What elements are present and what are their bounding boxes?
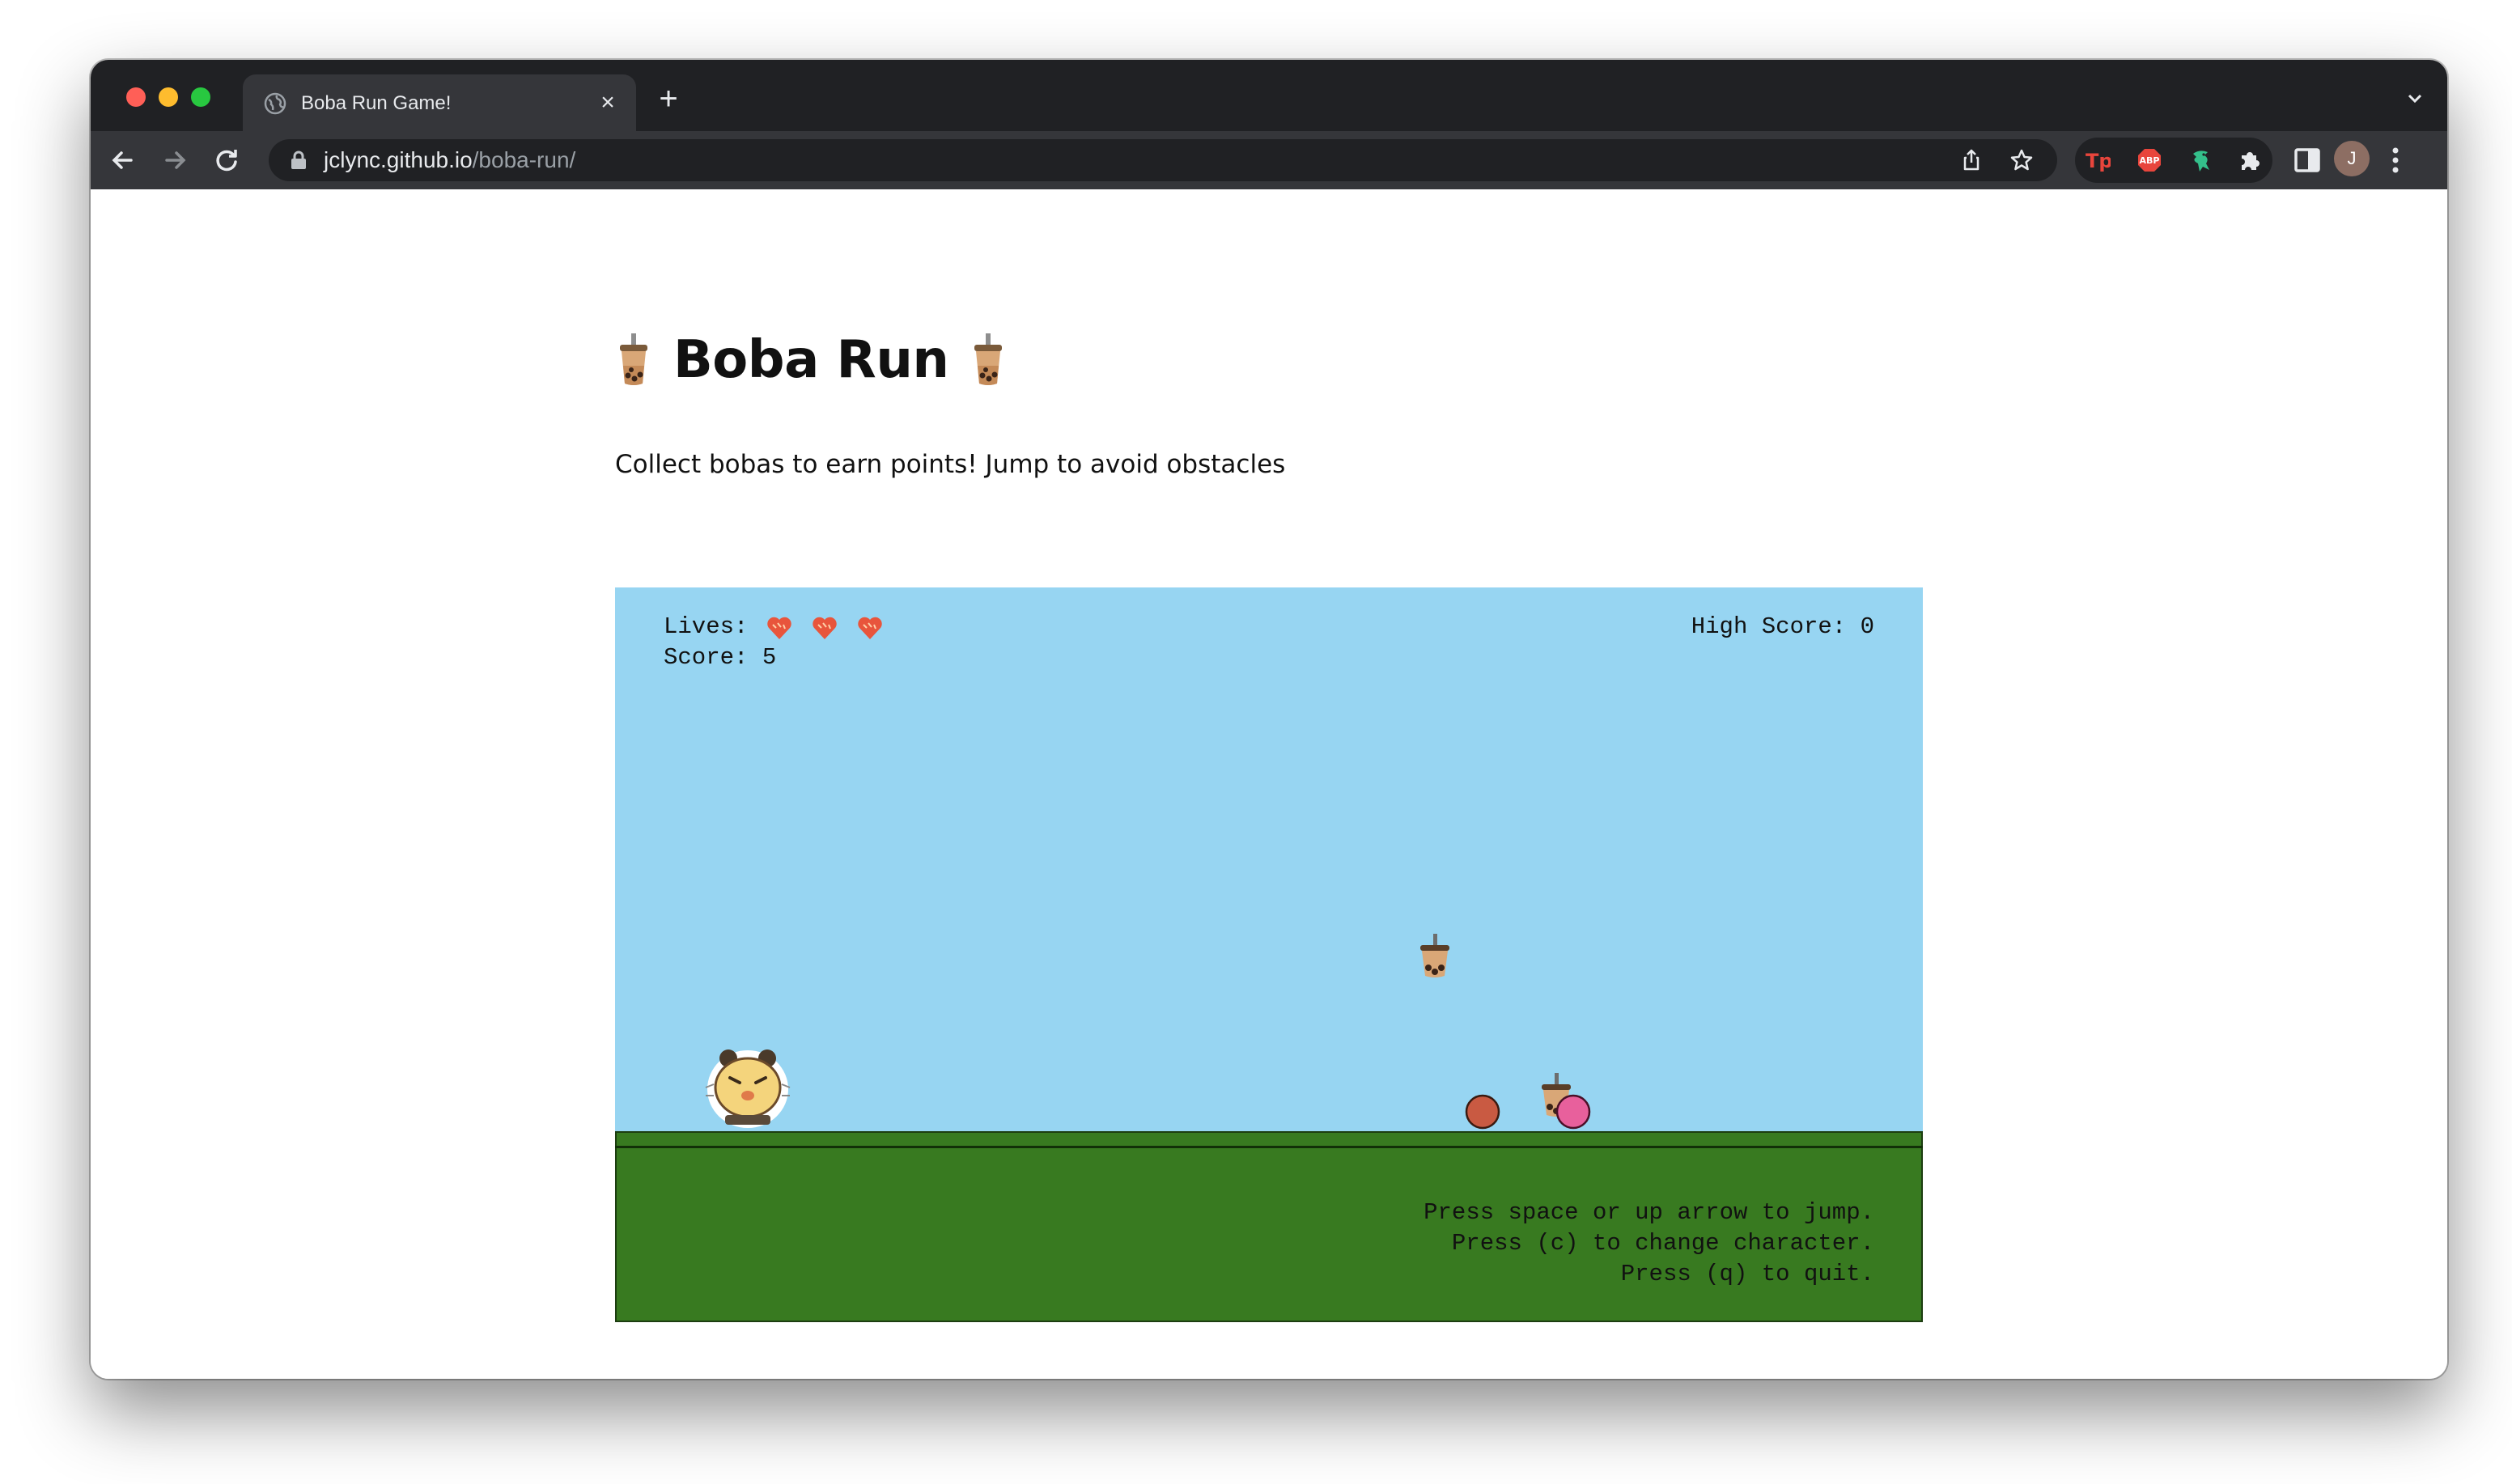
heart-icon [858,617,882,639]
browser-toolbar: jclync.github.io/boba-run/ Tp ABP J [91,131,2447,189]
red-obstacle-ball [1465,1094,1500,1130]
page-content: Boba Run Collect bobas to earn points! J… [91,189,2447,1379]
tp-extension-icon[interactable]: Tp [2085,147,2111,173]
bookmark-star-icon[interactable] [2009,147,2035,173]
window-close-button[interactable] [126,87,146,107]
tab-close-icon[interactable]: × [594,89,622,117]
instruction-line: Press space or up arrow to jump. [1424,1199,1874,1226]
instruction-line: Press (q) to quit. [1620,1261,1874,1287]
adblock-plus-icon[interactable]: ABP [2136,147,2162,173]
game-canvas[interactable]: Lives: Score: 5 High Score: 0 Press spac… [615,587,1923,1322]
lives-hearts [766,615,884,641]
player-character [705,1049,791,1128]
url-path: /boba-run/ [472,147,576,172]
ground-line [615,1146,1923,1148]
browser-window: Boba Run Game! × + jclync.github.io/boba… [91,60,2447,1379]
boba-collectible [1420,934,1449,977]
reload-icon[interactable] [209,142,244,178]
svg-text:Tp: Tp [2086,150,2111,172]
chevron-down-icon[interactable] [2404,87,2426,110]
lock-icon[interactable] [290,151,308,170]
boba-cup-icon [974,333,1003,385]
tab-strip: Boba Run Game! × + [91,60,2447,131]
profile-avatar[interactable]: J [2334,141,2370,176]
side-panel-icon[interactable] [2293,146,2321,175]
high-score-label: High Score: 0 [1691,613,1874,640]
score-label: Score: 5 [664,644,777,671]
more-menu-icon[interactable] [2389,144,2402,176]
window-maximize-button[interactable] [191,87,210,107]
heart-icon [813,617,837,639]
dragon-extension-icon[interactable] [2188,147,2214,173]
heart-icon [767,617,791,639]
window-minimize-button[interactable] [159,87,178,107]
share-icon[interactable] [1958,147,1984,173]
page-title-text: Boba Run [673,330,949,390]
url-text[interactable]: jclync.github.io/boba-run/ [324,148,575,172]
game-instructions: Press space or up arrow to jump. Press (… [1424,1198,1874,1290]
browser-tab[interactable]: Boba Run Game! × [243,74,636,131]
extensions-group: Tp ABP [2075,138,2272,183]
svg-text:ABP: ABP [2140,155,2160,166]
pink-obstacle-ball [1555,1094,1591,1130]
page-title: Boba Run [615,324,1007,396]
tab-title: Boba Run Game! [301,92,452,114]
back-arrow-icon[interactable] [105,142,141,178]
lives-label: Lives: [664,613,749,640]
address-bar[interactable]: jclync.github.io/boba-run/ [269,139,2057,181]
boba-cup-icon [620,333,647,385]
new-tab-button[interactable]: + [652,83,685,117]
globe-icon [264,92,286,115]
instruction-line: Press (c) to change character. [1451,1230,1874,1257]
url-host: jclync.github.io [324,147,473,172]
puzzle-piece-icon[interactable] [2237,147,2263,173]
page-subtitle: Collect bobas to earn points! Jump to av… [615,450,1286,479]
forward-arrow-icon[interactable] [157,142,193,178]
